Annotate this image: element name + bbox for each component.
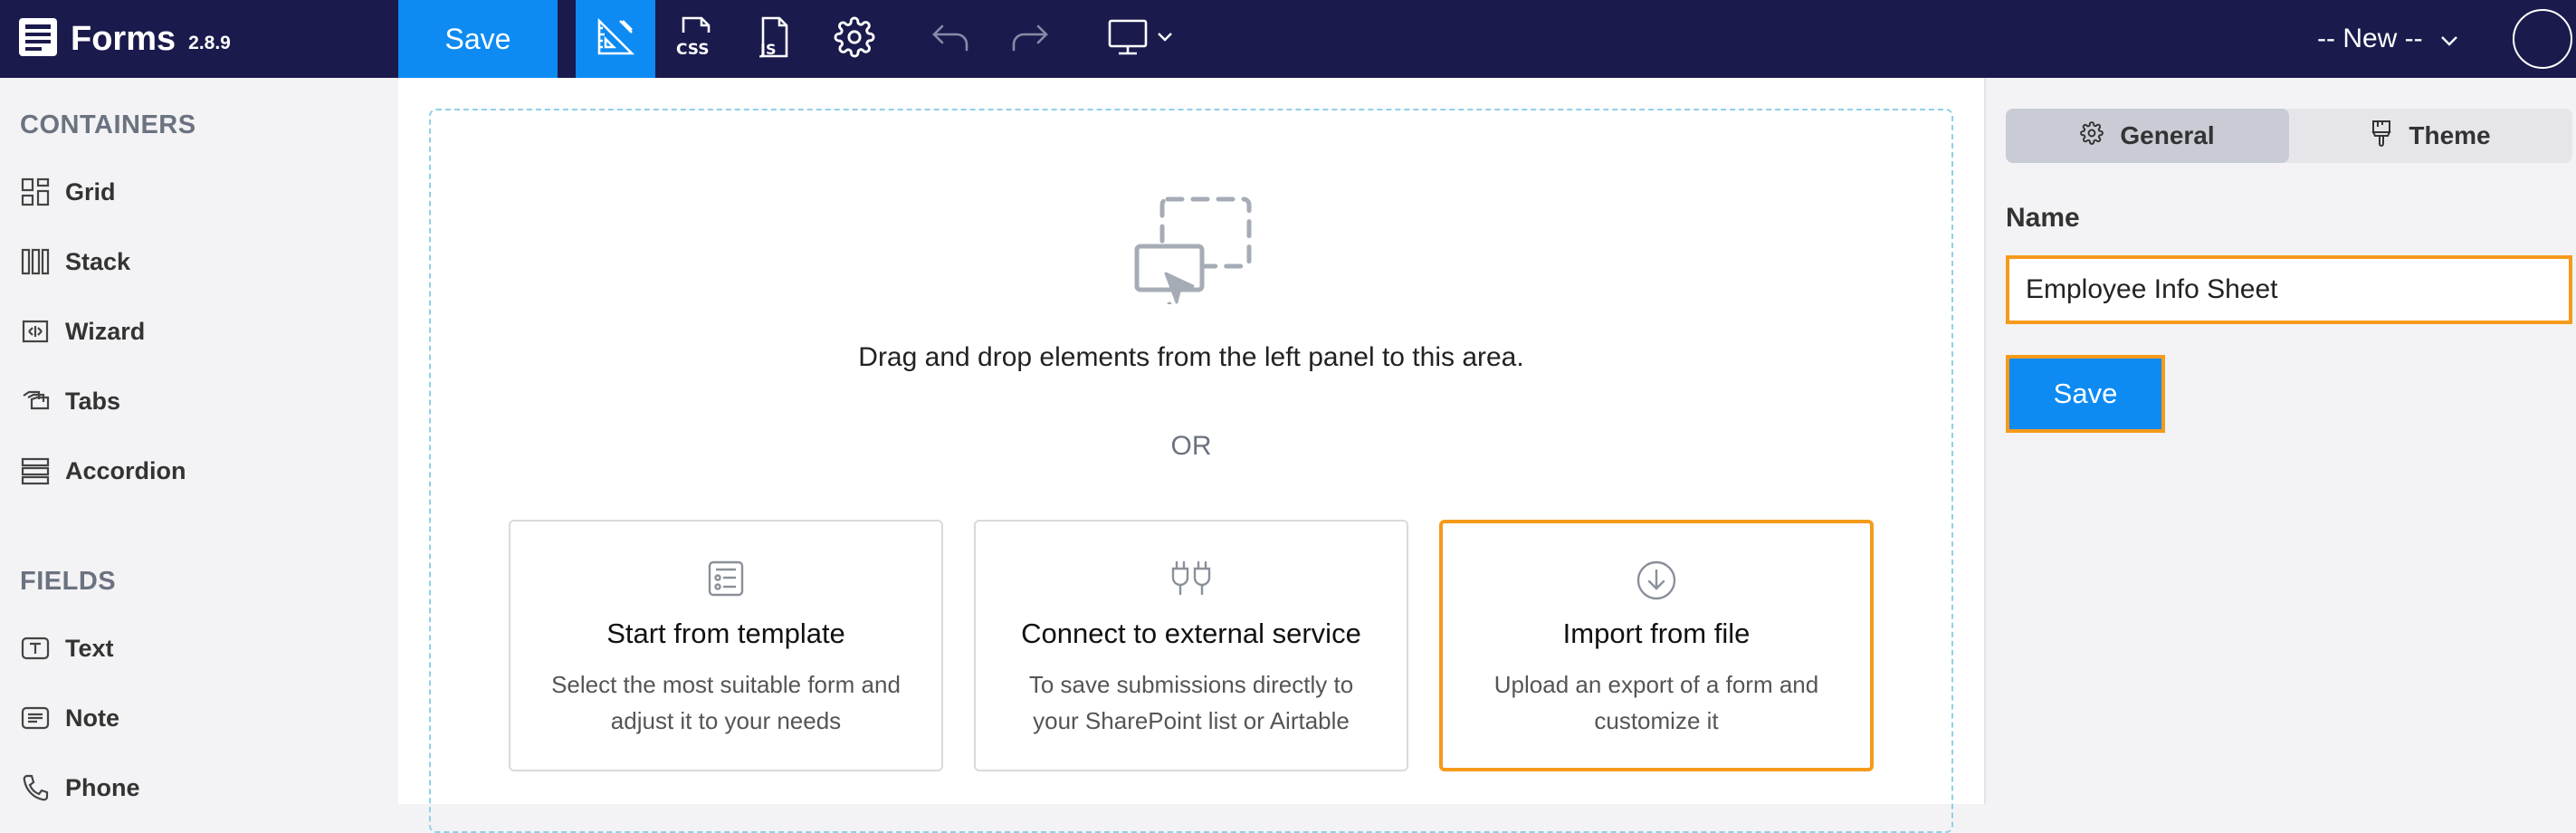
gear-icon <box>834 16 875 62</box>
grid-icon <box>20 177 51 207</box>
card-title: Start from template <box>606 618 845 649</box>
palette-item-label: Wizard <box>65 317 146 345</box>
accordion-icon <box>20 455 51 486</box>
redo-icon <box>1009 19 1051 60</box>
top-toolbar: Forms 2.8.9 Save CSS JS -- New -- <box>0 0 2576 78</box>
card-description: Select the most suitable form and adjust … <box>551 671 901 734</box>
palette-item-label: Grid <box>65 177 116 206</box>
name-save-button[interactable]: Save <box>2006 355 2165 433</box>
monitor-icon <box>1107 18 1149 61</box>
tabs-icon <box>20 386 51 416</box>
form-select[interactable]: -- New -- <box>2317 0 2459 78</box>
form-canvas[interactable]: Drag and drop elements from the left pan… <box>398 78 1984 833</box>
palette-item-wizard[interactable]: Wizard <box>20 311 145 351</box>
palette-item-accordion[interactable]: Accordion <box>20 451 186 491</box>
import-from-file-card[interactable]: Import from file Upload an export of a f… <box>1439 520 1874 771</box>
chevron-down-icon <box>1156 31 1174 48</box>
card-description: To save submissions directly to your Shar… <box>1028 671 1354 734</box>
fields-title: FIELDS <box>20 567 117 596</box>
device-select[interactable] <box>1086 0 1195 78</box>
brand: Forms 2.8.9 <box>18 0 231 78</box>
tab-general[interactable]: General <box>2006 109 2289 163</box>
save-button[interactable]: Save <box>398 0 558 78</box>
wizard-icon <box>20 316 51 347</box>
js-file-icon: JS <box>754 14 796 64</box>
tab-label: General <box>2120 121 2215 149</box>
properties-tabs: General Theme <box>2006 109 2572 163</box>
elements-panel: CONTAINERS Grid Stack Wizard Tabs Accord… <box>0 78 398 804</box>
svg-text:JS: JS <box>759 41 776 58</box>
palette-item-label: Stack <box>65 247 131 275</box>
template-icon <box>510 560 941 598</box>
palette-item-text[interactable]: Text <box>20 628 114 668</box>
palette-item-note[interactable]: Note <box>20 698 119 738</box>
css-file-icon: CSS <box>674 14 716 64</box>
chevron-down-icon <box>2423 24 2459 54</box>
form-select-value: -- New -- <box>2317 24 2423 53</box>
start-from-template-card[interactable]: Start from template Select the most suit… <box>509 520 943 771</box>
ruler-icon <box>595 16 636 62</box>
card-title: Connect to external service <box>1021 618 1361 649</box>
css-button[interactable]: CSS <box>655 0 735 78</box>
brush-icon <box>2371 120 2409 153</box>
phone-icon <box>20 772 51 803</box>
palette-item-label: Text <box>65 634 114 662</box>
svg-text:CSS: CSS <box>676 41 710 59</box>
settings-button[interactable] <box>815 0 894 78</box>
tab-label: Theme <box>2409 121 2491 149</box>
gear-icon <box>2080 120 2120 151</box>
note-icon <box>20 703 51 733</box>
palette-item-stack[interactable]: Stack <box>20 242 130 282</box>
app-title: Forms <box>71 19 177 58</box>
palette-item-tabs[interactable]: Tabs <box>20 381 120 421</box>
js-button[interactable]: JS <box>735 0 815 78</box>
drop-instructions: Drag and drop elements from the left pan… <box>858 342 1524 372</box>
undo-button[interactable] <box>911 0 990 78</box>
name-label: Name <box>2006 203 2080 233</box>
app-version: 2.8.9 <box>188 33 231 53</box>
tab-theme[interactable]: Theme <box>2289 109 2572 163</box>
ruler-button[interactable] <box>576 0 655 78</box>
properties-panel: General Theme Name Save <box>1984 78 2576 804</box>
forms-logo-icon <box>18 17 58 62</box>
palette-item-label: Phone <box>65 773 140 801</box>
text-field-icon <box>20 633 51 664</box>
card-title: Import from file <box>1562 618 1751 649</box>
palette-item-phone[interactable]: Phone <box>20 768 140 808</box>
stack-icon <box>20 246 51 277</box>
plug-icon <box>976 560 1407 598</box>
containers-title: CONTAINERS <box>20 110 196 139</box>
form-name-input[interactable] <box>2006 255 2572 324</box>
or-separator: OR <box>1170 431 1212 461</box>
redo-button[interactable] <box>990 0 1070 78</box>
drag-drop-icon <box>1133 196 1253 309</box>
download-circle-icon <box>1443 560 1870 601</box>
palette-item-label: Accordion <box>65 456 186 484</box>
card-description: Upload an export of a form and customize … <box>1493 671 1819 734</box>
palette-item-label: Note <box>65 704 119 732</box>
palette-item-grid[interactable]: Grid <box>20 172 116 212</box>
palette-item-label: Tabs <box>65 387 121 415</box>
connect-external-service-card[interactable]: Connect to external service To save subm… <box>974 520 1408 771</box>
undo-icon <box>930 19 971 60</box>
avatar[interactable] <box>2513 9 2572 69</box>
